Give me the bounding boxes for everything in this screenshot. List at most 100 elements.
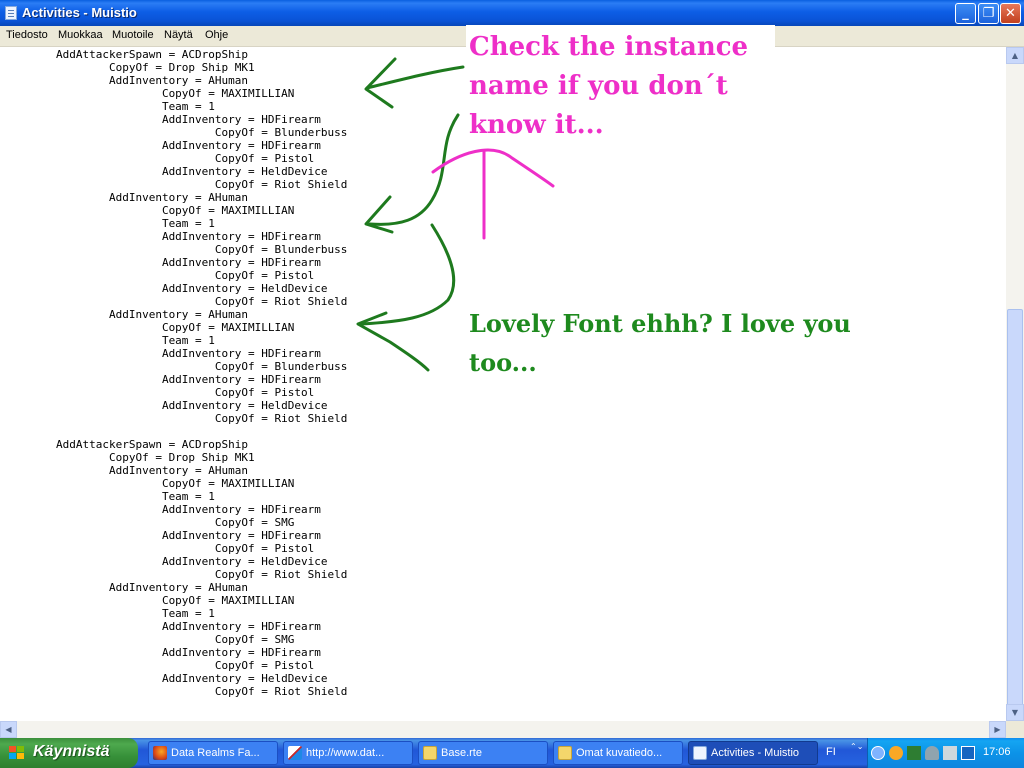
taskbar: Käynnistä Data Realms Fa... http://www.d… bbox=[0, 738, 1024, 768]
code-line[interactable]: Team = 1 bbox=[3, 217, 215, 230]
code-line[interactable]: CopyOf = MAXIMILLIAN bbox=[3, 204, 294, 217]
code-line[interactable]: AddInventory = HeldDevice bbox=[3, 672, 328, 685]
code-line[interactable]: AddInventory = AHuman bbox=[3, 464, 248, 477]
code-line[interactable]: CopyOf = Riot Shield bbox=[3, 568, 347, 581]
folder-icon bbox=[423, 746, 437, 760]
code-line[interactable]: Team = 1 bbox=[3, 607, 215, 620]
code-line[interactable]: CopyOf = SMG bbox=[3, 633, 294, 646]
minimize-button[interactable]: _ bbox=[955, 3, 976, 24]
code-line[interactable]: AddInventory = AHuman bbox=[3, 581, 248, 594]
close-button[interactable]: ✕ bbox=[1000, 3, 1021, 24]
code-line[interactable]: AddInventory = HDFirearm bbox=[3, 503, 321, 516]
code-line[interactable]: AddInventory = HDFirearm bbox=[3, 347, 321, 360]
scroll-down-button[interactable]: ▼ bbox=[1006, 704, 1024, 721]
code-line[interactable]: Team = 1 bbox=[3, 100, 215, 113]
code-line[interactable]: CopyOf = Pistol bbox=[3, 269, 314, 282]
taskbar-button-label: Activities - Muistio bbox=[711, 747, 800, 759]
code-line[interactable]: CopyOf = SMG bbox=[3, 516, 294, 529]
tray-network-icon[interactable] bbox=[907, 746, 921, 760]
horizontal-scrollbar[interactable]: ◀ ▶ bbox=[0, 721, 1006, 738]
code-line[interactable]: CopyOf = Blunderbuss bbox=[3, 360, 347, 373]
vertical-scrollbar[interactable]: ▲ ▼ bbox=[1006, 47, 1024, 721]
code-line[interactable]: CopyOf = Riot Shield bbox=[3, 178, 347, 191]
image-editor-icon bbox=[288, 746, 302, 760]
menu-file[interactable]: Tiedosto bbox=[6, 29, 48, 41]
tray-expand-icon[interactable] bbox=[871, 746, 885, 760]
taskbar-button-firefox[interactable]: Data Realms Fa... bbox=[148, 741, 278, 765]
code-line[interactable]: AddInventory = AHuman bbox=[3, 308, 248, 321]
code-line[interactable]: AddInventory = HDFirearm bbox=[3, 646, 321, 659]
taskbar-button-pictures[interactable]: Omat kuvatiedo... bbox=[553, 741, 683, 765]
windows-logo-icon bbox=[9, 746, 25, 761]
code-line[interactable]: CopyOf = Riot Shield bbox=[3, 685, 347, 698]
window-title: Activities - Muistio bbox=[22, 5, 137, 20]
code-line[interactable]: AddInventory = HeldDevice bbox=[3, 399, 328, 412]
menu-help[interactable]: Ohje bbox=[205, 29, 228, 41]
size-grip[interactable] bbox=[1006, 721, 1024, 738]
editor-text[interactable]: AddAttackerSpawn = ACDropShip CopyOf = D… bbox=[3, 48, 347, 698]
code-line[interactable]: CopyOf = Drop Ship MK1 bbox=[3, 451, 255, 464]
tray-volume-icon[interactable] bbox=[943, 746, 957, 760]
code-line[interactable]: CopyOf = Riot Shield bbox=[3, 412, 347, 425]
start-label: Käynnistä bbox=[33, 743, 110, 760]
system-tray: 17:06 bbox=[867, 738, 1024, 768]
code-line[interactable]: AddInventory = HDFirearm bbox=[3, 529, 321, 542]
code-line[interactable]: AddAttackerSpawn = ACDropShip bbox=[3, 438, 248, 451]
tray-app-icon[interactable] bbox=[889, 746, 903, 760]
code-line[interactable]: CopyOf = Pistol bbox=[3, 386, 314, 399]
code-line[interactable]: AddInventory = HeldDevice bbox=[3, 555, 328, 568]
code-line[interactable]: CopyOf = MAXIMILLIAN bbox=[3, 87, 294, 100]
title-bar[interactable]: Activities - Muistio _ ❐ ✕ bbox=[0, 0, 1024, 26]
language-indicator[interactable]: FI bbox=[826, 746, 836, 758]
code-line[interactable]: CopyOf = Pistol bbox=[3, 659, 314, 672]
maximize-button[interactable]: ❐ bbox=[978, 3, 999, 24]
taskbar-button-notepad[interactable]: Activities - Muistio bbox=[688, 741, 818, 765]
pictures-folder-icon bbox=[558, 746, 572, 760]
clock[interactable]: 17:06 bbox=[983, 746, 1011, 758]
taskbar-button-label: Data Realms Fa... bbox=[171, 747, 260, 759]
text-editor[interactable]: AddAttackerSpawn = ACDropShip CopyOf = D… bbox=[0, 47, 1006, 721]
notepad-icon[interactable] bbox=[5, 6, 17, 20]
taskbar-button-label: Base.rte bbox=[441, 747, 482, 759]
code-line[interactable]: CopyOf = Pistol bbox=[3, 542, 314, 555]
menu-edit[interactable]: Muokkaa bbox=[58, 29, 103, 41]
code-line[interactable]: CopyOf = Drop Ship MK1 bbox=[3, 61, 255, 74]
code-line[interactable]: AddInventory = HDFirearm bbox=[3, 620, 321, 633]
notepad-icon bbox=[693, 746, 707, 760]
firefox-icon bbox=[153, 746, 167, 760]
code-line[interactable]: Team = 1 bbox=[3, 334, 215, 347]
scroll-left-button[interactable]: ◀ bbox=[0, 721, 17, 738]
taskbar-button-folder[interactable]: Base.rte bbox=[418, 741, 548, 765]
code-line[interactable]: AddInventory = HDFirearm bbox=[3, 139, 321, 152]
code-line[interactable]: AddInventory = HeldDevice bbox=[3, 282, 328, 295]
code-line[interactable]: CopyOf = MAXIMILLIAN bbox=[3, 594, 294, 607]
code-line[interactable]: AddInventory = HDFirearm bbox=[3, 113, 321, 126]
taskbar-button-label: Omat kuvatiedo... bbox=[576, 747, 663, 759]
language-arrows-icon[interactable]: ⌃⌄ bbox=[850, 742, 863, 752]
code-line[interactable]: CopyOf = MAXIMILLIAN bbox=[3, 321, 294, 334]
code-line[interactable]: CopyOf = Blunderbuss bbox=[3, 126, 347, 139]
tray-monitor-icon[interactable] bbox=[961, 746, 975, 760]
start-button[interactable]: Käynnistä bbox=[0, 738, 138, 768]
code-line[interactable]: AddInventory = HDFirearm bbox=[3, 373, 321, 386]
code-line[interactable]: Team = 1 bbox=[3, 490, 215, 503]
code-line[interactable]: AddInventory = HDFirearm bbox=[3, 256, 321, 269]
code-line[interactable]: CopyOf = Blunderbuss bbox=[3, 243, 347, 256]
menu-view[interactable]: Näytä bbox=[164, 29, 193, 41]
scroll-up-button[interactable]: ▲ bbox=[1006, 47, 1024, 64]
tray-users-icon[interactable] bbox=[925, 746, 939, 760]
code-line[interactable]: CopyOf = Pistol bbox=[3, 152, 314, 165]
code-line[interactable]: CopyOf = MAXIMILLIAN bbox=[3, 477, 294, 490]
code-line[interactable]: AddInventory = HDFirearm bbox=[3, 230, 321, 243]
code-line[interactable]: AddInventory = AHuman bbox=[3, 191, 248, 204]
taskbar-button-image[interactable]: http://www.dat... bbox=[283, 741, 413, 765]
menu-bar: Tiedosto Muokkaa Muotoile Näytä Ohje bbox=[0, 26, 1024, 47]
menu-format[interactable]: Muotoile bbox=[112, 29, 154, 41]
code-line[interactable]: CopyOf = Riot Shield bbox=[3, 295, 347, 308]
taskbar-button-label: http://www.dat... bbox=[306, 747, 385, 759]
code-line[interactable]: AddAttackerSpawn = ACDropShip bbox=[3, 48, 248, 61]
code-line[interactable]: AddInventory = AHuman bbox=[3, 74, 248, 87]
code-line[interactable]: AddInventory = HeldDevice bbox=[3, 165, 328, 178]
scroll-right-button[interactable]: ▶ bbox=[989, 721, 1006, 738]
scroll-thumb[interactable] bbox=[1007, 309, 1023, 719]
